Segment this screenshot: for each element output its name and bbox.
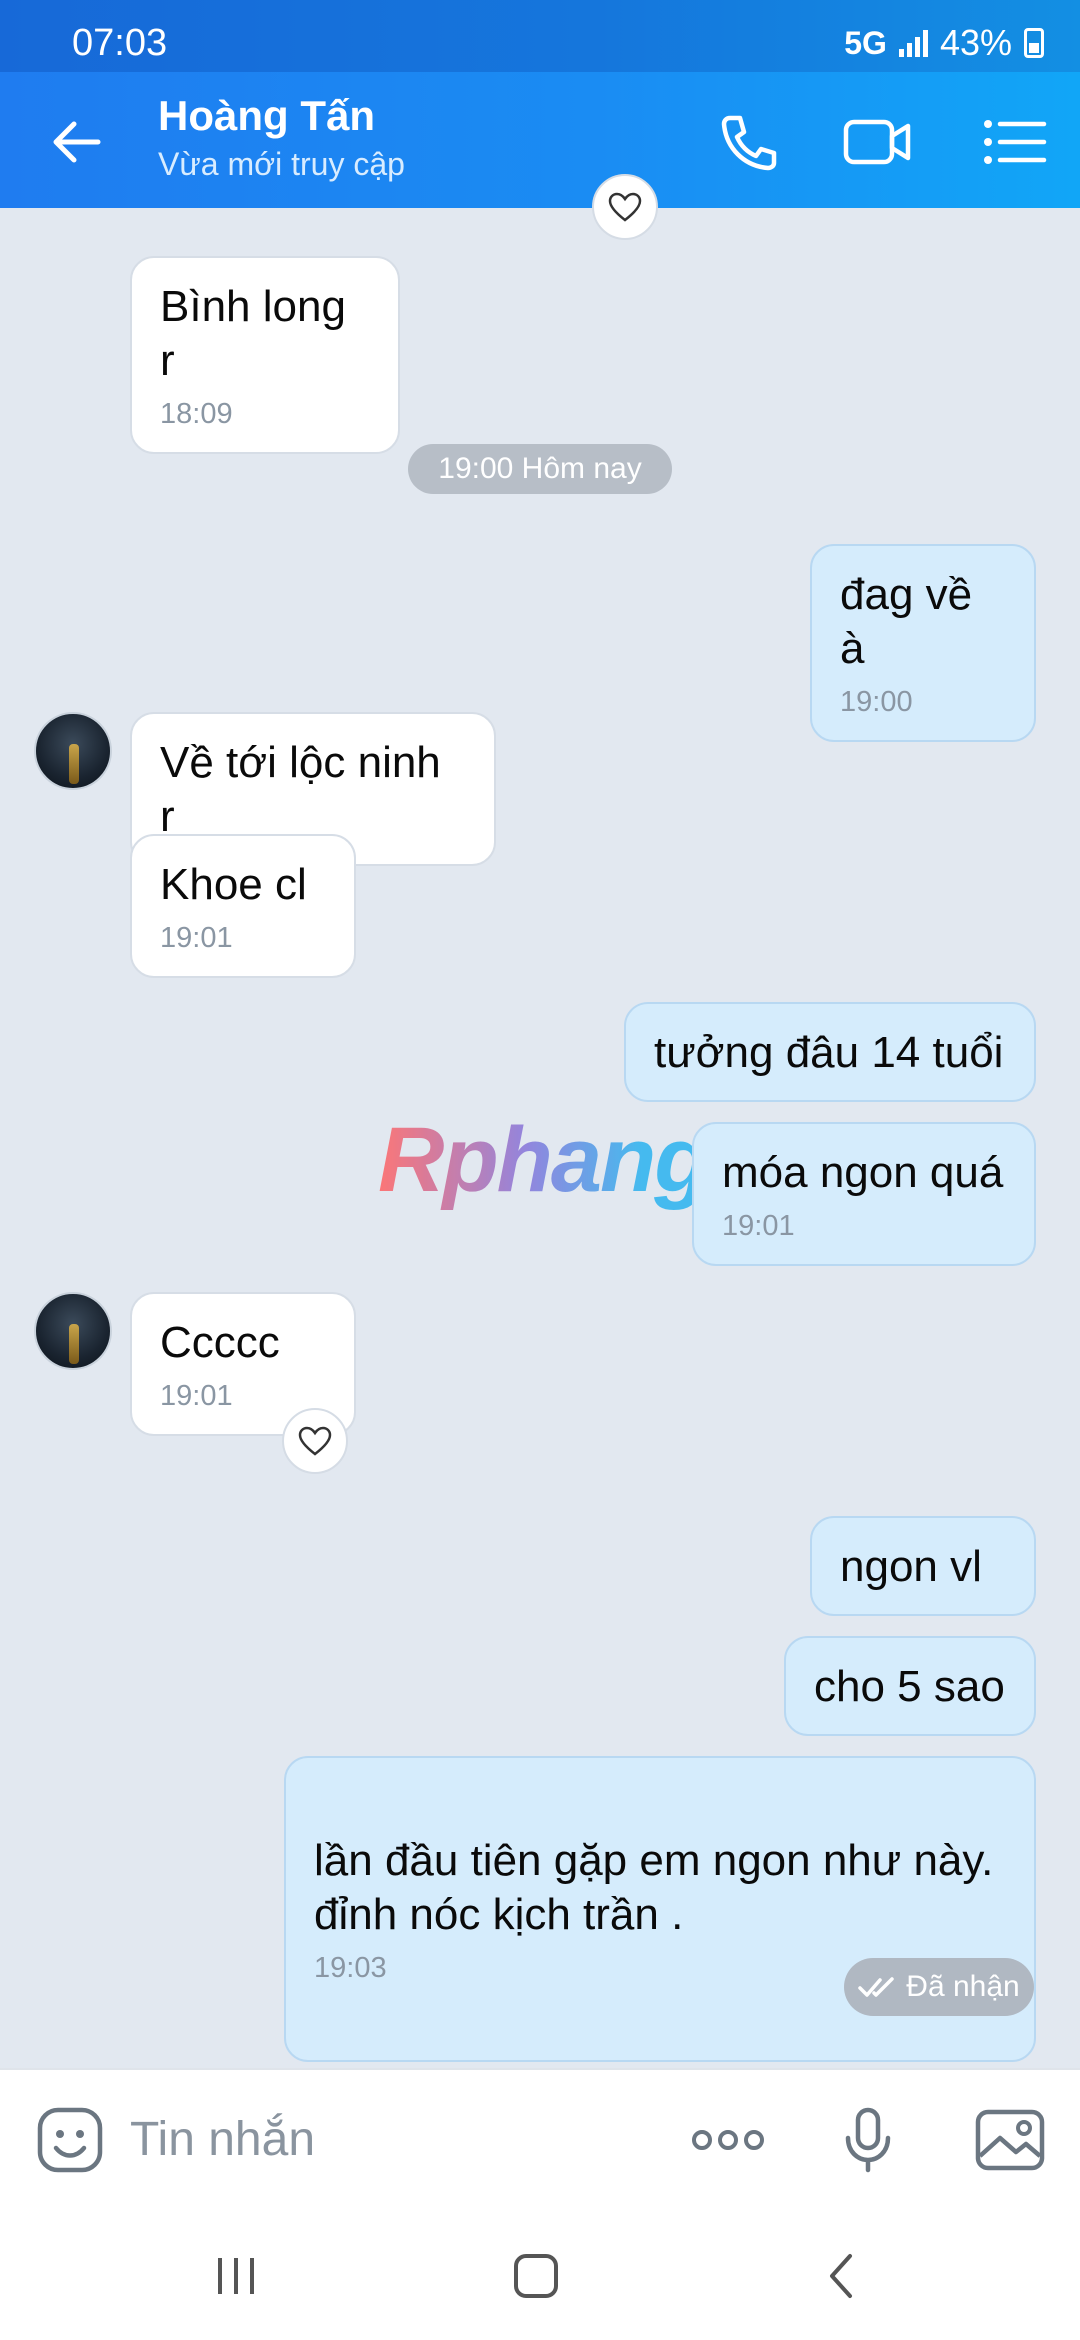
message-time: 18:09 bbox=[160, 398, 233, 430]
more-dots-icon[interactable] bbox=[690, 2104, 766, 2176]
phone-icon[interactable] bbox=[712, 110, 782, 174]
video-camera-icon[interactable] bbox=[842, 110, 912, 174]
message-time: 19:01 bbox=[160, 1380, 233, 1412]
message-text: tưởng đâu 14 tuổi bbox=[654, 1028, 1004, 1077]
message-bubble-outgoing[interactable]: cho 5 sao bbox=[784, 1636, 1036, 1736]
image-icon[interactable] bbox=[974, 2104, 1046, 2176]
delivery-status-text: Đã nhận bbox=[906, 1970, 1020, 2003]
message-text: Ccccc bbox=[160, 1318, 280, 1367]
message-time: 19:01 bbox=[160, 922, 233, 954]
message-input-bar: Tin nhắn bbox=[0, 2068, 1080, 2208]
microphone-icon[interactable] bbox=[832, 2104, 904, 2176]
heart-reaction-button[interactable] bbox=[592, 174, 658, 240]
list-menu-icon[interactable] bbox=[980, 110, 1050, 174]
network-type: 5G bbox=[844, 24, 887, 61]
message-bubble-outgoing[interactable]: đag về à 19:00 bbox=[810, 544, 1036, 742]
message-bubble-incoming[interactable]: Bình long r 18:09 bbox=[130, 256, 400, 454]
system-navigation-bar bbox=[0, 2208, 1080, 2340]
last-seen-status: Vừa mới truy cập bbox=[158, 146, 405, 182]
message-time: 19:00 bbox=[840, 686, 913, 718]
message-text: cho 5 sao bbox=[814, 1662, 1005, 1711]
delivery-status-badge: Đã nhận bbox=[844, 1958, 1034, 2016]
message-text: đag về à bbox=[840, 570, 973, 673]
back-nav-icon[interactable] bbox=[812, 2246, 872, 2306]
message-bubble-outgoing[interactable]: tưởng đâu 14 tuổi bbox=[624, 1002, 1036, 1102]
heart-icon bbox=[608, 192, 642, 222]
sticker-face-icon[interactable] bbox=[34, 2104, 106, 2176]
message-text: ngon vl bbox=[840, 1542, 982, 1591]
home-icon[interactable] bbox=[506, 2246, 566, 2306]
message-text: Khoe cl bbox=[160, 860, 307, 909]
double-check-icon bbox=[858, 1977, 895, 1997]
contact-name[interactable]: Hoàng Tấn bbox=[158, 92, 375, 140]
message-list[interactable]: Bình long r 18:09 19:00 Hôm nay đag về à… bbox=[0, 174, 1080, 2068]
status-bar: 07:03 5G 43% bbox=[0, 0, 1080, 72]
chat-header: 07:03 5G 43% Hoàng Tấn Vừa mới truy cập bbox=[0, 0, 1080, 208]
message-bubble-outgoing[interactable]: ngon vl bbox=[810, 1516, 1036, 1616]
back-arrow-icon[interactable] bbox=[48, 112, 108, 172]
message-text: Bình long r bbox=[160, 282, 346, 385]
message-text: Về tới lộc ninh r bbox=[160, 738, 441, 841]
battery-icon bbox=[1024, 28, 1044, 58]
watermark-logo: Rphang bbox=[378, 1109, 710, 1211]
recent-apps-icon[interactable] bbox=[206, 2246, 266, 2306]
message-bubble-outgoing[interactable]: móa ngon quá 19:01 bbox=[692, 1122, 1036, 1266]
signal-icon bbox=[898, 29, 928, 57]
status-time: 07:03 bbox=[72, 22, 168, 64]
heart-icon bbox=[298, 1426, 332, 1456]
message-bubble-incoming[interactable]: Khoe cl 19:01 bbox=[130, 834, 356, 978]
message-time: 19:01 bbox=[722, 1210, 795, 1242]
status-indicators: 5G 43% bbox=[844, 22, 1044, 64]
heart-reaction-button[interactable] bbox=[282, 1408, 348, 1474]
battery-percent: 43% bbox=[939, 22, 1012, 63]
date-separator: 19:00 Hôm nay bbox=[408, 444, 672, 494]
message-bubble-outgoing[interactable]: lần đầu tiên gặp em ngon như này. đỉnh n… bbox=[284, 1756, 1036, 2062]
contact-avatar[interactable] bbox=[34, 712, 112, 790]
message-input[interactable]: Tin nhắn bbox=[130, 2112, 315, 2167]
message-text: lần đầu tiên gặp em ngon như này. đỉnh n… bbox=[314, 1836, 994, 1939]
message-text: móa ngon quá bbox=[722, 1148, 1004, 1197]
contact-avatar[interactable] bbox=[34, 1292, 112, 1370]
